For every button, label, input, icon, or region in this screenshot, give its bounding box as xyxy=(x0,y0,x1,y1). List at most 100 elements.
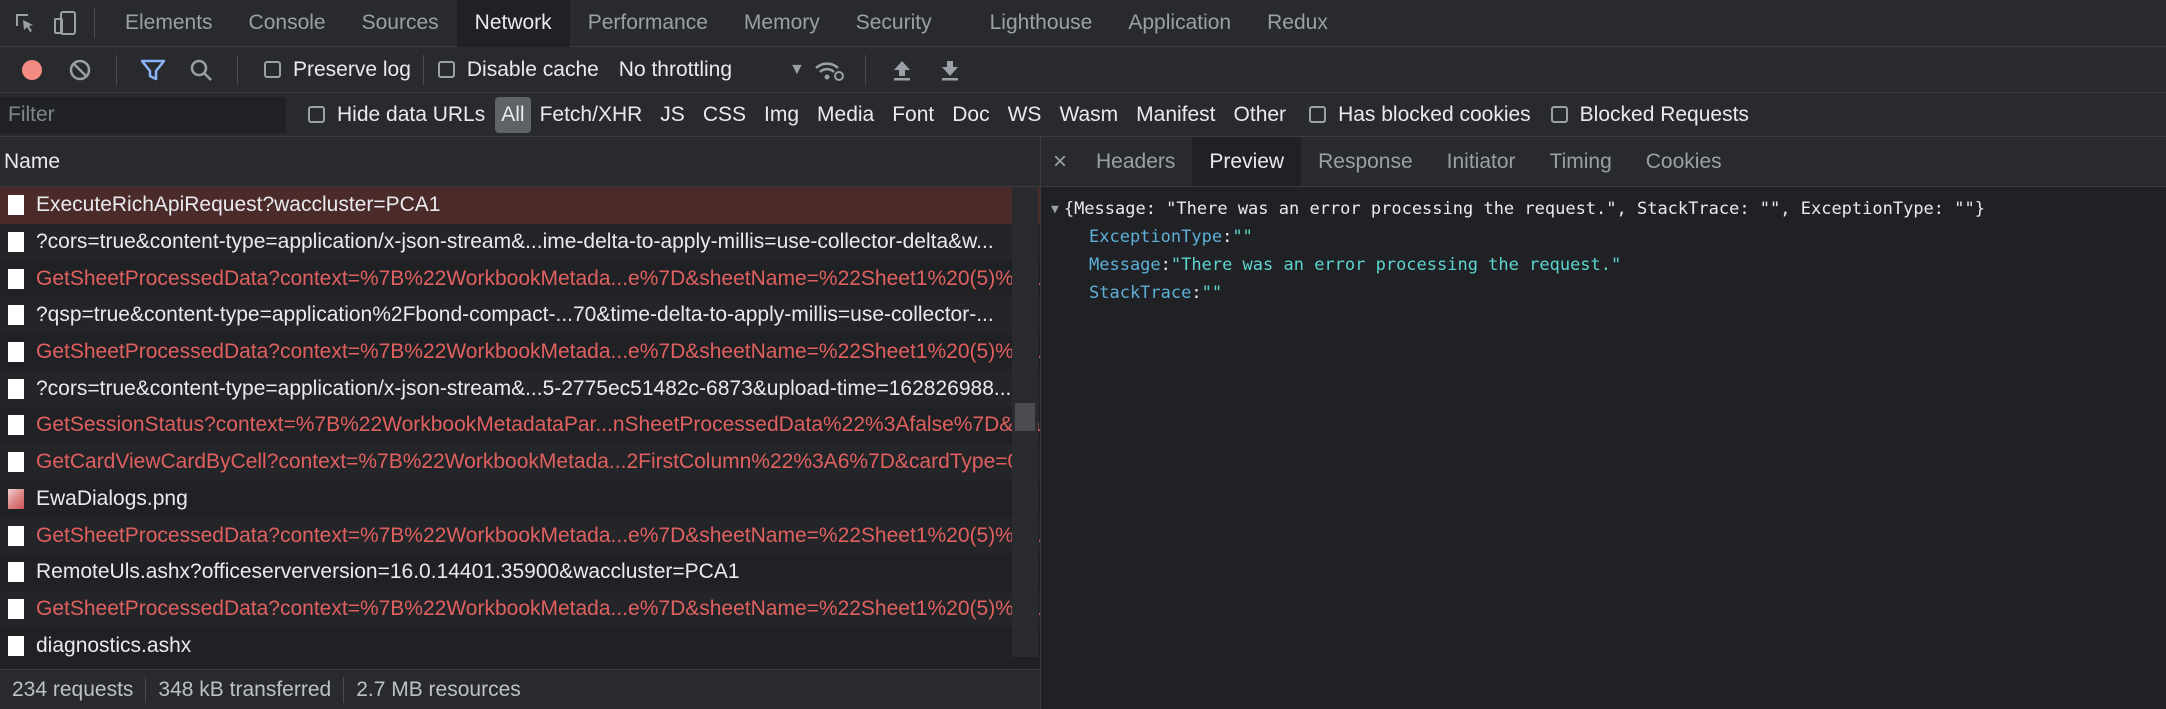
checkbox-box[interactable] xyxy=(437,61,455,78)
table-row[interactable]: ?qsp=true&content-type=application%2Fbon… xyxy=(0,297,1040,334)
field-colon: : xyxy=(1160,255,1171,275)
filter-type-doc[interactable]: Doc xyxy=(943,97,998,133)
filter-type-img[interactable]: Img xyxy=(755,97,808,133)
tab-console[interactable]: Console xyxy=(231,0,344,47)
hide-data-urls-checkbox[interactable]: Hide data URLs xyxy=(308,103,485,127)
tab-preview[interactable]: Preview xyxy=(1192,137,1302,186)
divider xyxy=(94,8,95,38)
record-icon xyxy=(22,59,42,80)
request-name: RemoteUls.ashx?officeserverversion=16.0.… xyxy=(36,560,740,584)
disable-cache-checkbox[interactable]: Disable cache xyxy=(437,58,599,82)
vertical-scrollbar[interactable] xyxy=(1012,187,1038,657)
preserve-log-checkbox[interactable]: Preserve log xyxy=(264,58,411,82)
filter-type-css[interactable]: CSS xyxy=(694,97,755,133)
export-har-button[interactable] xyxy=(926,47,974,93)
field-key: Message xyxy=(1089,255,1161,275)
tab-elements[interactable]: Elements xyxy=(107,0,231,47)
table-row[interactable]: GetSheetProcessedData?context=%7B%22Work… xyxy=(0,590,1040,628)
filter-type-media[interactable]: Media xyxy=(808,97,883,133)
filter-icon xyxy=(140,59,166,80)
has-blocked-cookies-checkbox[interactable]: Has blocked cookies xyxy=(1309,103,1531,127)
preview-summary-line[interactable]: ▼ {Message: "There was an error processi… xyxy=(1041,195,2166,223)
clear-button[interactable] xyxy=(56,47,104,93)
tab-lighthouse[interactable]: Lighthouse xyxy=(972,0,1111,47)
file-icon xyxy=(8,232,24,253)
filter-type-font[interactable]: Font xyxy=(883,97,943,133)
filter-type-wasm[interactable]: Wasm xyxy=(1050,97,1127,133)
name-column-header[interactable]: Name xyxy=(0,137,1040,187)
filter-toggle-button[interactable] xyxy=(129,47,177,93)
close-icon[interactable]: × xyxy=(1041,137,1079,186)
blocked-requests-label: Blocked Requests xyxy=(1579,102,1749,126)
table-row[interactable]: ?cors=true&content-type=application/x-js… xyxy=(0,370,1040,408)
wifi-settings-icon xyxy=(814,61,844,81)
scrollbar-thumb[interactable] xyxy=(1015,403,1035,431)
table-row[interactable]: GetSheetProcessedData?context=%7B%22Work… xyxy=(0,334,1040,371)
filter-type-ws[interactable]: WS xyxy=(999,97,1051,133)
network-conditions-button[interactable] xyxy=(805,47,853,93)
file-icon xyxy=(8,305,24,326)
tab-timing[interactable]: Timing xyxy=(1533,137,1629,186)
checkbox-box[interactable] xyxy=(264,61,281,78)
table-row[interactable]: GetCardViewCardByCell?context=%7B%22Work… xyxy=(0,443,1040,481)
table-row[interactable]: GetSheetProcessedData?context=%7B%22Work… xyxy=(0,260,1040,297)
filter-input[interactable]: Filter xyxy=(0,96,286,133)
divider xyxy=(145,676,147,703)
file-icon xyxy=(8,525,24,546)
table-row[interactable]: ?cors=true&content-type=application/x-js… xyxy=(0,223,1040,261)
has-blocked-cookies-label: Has blocked cookies xyxy=(1338,102,1531,126)
tab-headers[interactable]: Headers xyxy=(1079,137,1192,186)
devtools-tab-bar: Elements Console Sources Network Performance… xyxy=(0,0,2166,47)
blocked-requests-checkbox[interactable]: Blocked Requests xyxy=(1550,102,1749,127)
transferred-size: 348 kB transferred xyxy=(158,677,332,701)
filter-type-manifest[interactable]: Manifest xyxy=(1127,97,1224,133)
request-name: ExecuteRichApiRequest?waccluster=PCA1 xyxy=(36,193,441,217)
expand-triangle-icon[interactable]: ▼ xyxy=(1051,202,1059,217)
checkbox-box[interactable] xyxy=(1550,106,1568,123)
tab-network[interactable]: Network xyxy=(456,0,570,47)
details-tab-bar: × Headers Preview Response Initiator Timing C… xyxy=(1041,137,2166,187)
request-details-panel: × Headers Preview Response Initiator Timing C… xyxy=(1041,137,2166,709)
request-name: GetSheetProcessedData?context=%7B%22Work… xyxy=(36,266,1040,290)
import-har-button[interactable] xyxy=(878,47,926,93)
search-icon xyxy=(190,59,212,81)
tab-initiator[interactable]: Initiator xyxy=(1430,137,1533,186)
filter-type-all[interactable]: All xyxy=(495,96,531,133)
tab-security[interactable]: Security xyxy=(838,0,950,47)
tab-performance[interactable]: Performance xyxy=(570,0,726,47)
field-colon: : xyxy=(1191,283,1202,303)
tab-application[interactable]: Application xyxy=(1110,0,1249,47)
table-row[interactable]: GetSessionStatus?context=%7B%22WorkbookM… xyxy=(0,407,1040,444)
request-name: diagnostics.ashx xyxy=(36,633,192,657)
inspect-element-icon[interactable] xyxy=(8,0,42,47)
checkbox-box[interactable] xyxy=(1309,106,1327,123)
preview-summary: {Message: "There was an error processing… xyxy=(1063,199,1985,219)
field-key: ExceptionType xyxy=(1089,227,1223,247)
table-row[interactable]: ExecuteRichApiRequest?waccluster=PCA1 xyxy=(0,187,1040,224)
record-button[interactable] xyxy=(8,47,56,93)
filter-placeholder: Filter xyxy=(8,102,55,126)
device-toolbar-icon[interactable] xyxy=(48,0,82,47)
tab-memory[interactable]: Memory xyxy=(726,0,838,47)
filter-type-js[interactable]: JS xyxy=(651,97,694,133)
request-list-panel: Name ExecuteRichApiRequest?waccluster=PC… xyxy=(0,137,1041,709)
divider xyxy=(422,54,424,85)
table-row[interactable]: GetSheetProcessedData?context=%7B%22Work… xyxy=(0,517,1040,554)
request-count: 234 requests xyxy=(12,677,134,701)
tab-response[interactable]: Response xyxy=(1301,137,1430,186)
table-row[interactable]: diagnostics.ashx xyxy=(0,627,1040,664)
field-value: "There was an error processing the reque… xyxy=(1170,255,1622,275)
tab-cookies[interactable]: Cookies xyxy=(1629,137,1739,186)
filter-type-fetch-xhr[interactable]: Fetch/XHR xyxy=(531,97,652,133)
checkbox-box[interactable] xyxy=(308,106,325,123)
hide-data-urls-label: Hide data URLs xyxy=(337,102,486,126)
request-list: ExecuteRichApiRequest?waccluster=PCA1 ?co… xyxy=(0,187,1040,664)
throttling-select[interactable]: No throttling ▼ xyxy=(619,58,805,82)
filter-type-other[interactable]: Other xyxy=(1225,97,1296,133)
table-row[interactable]: RemoteUls.ashx?officeserverversion=16.0.… xyxy=(0,554,1040,591)
tab-sources[interactable]: Sources xyxy=(344,0,457,47)
table-row[interactable]: EwaDialogs.png xyxy=(0,481,1040,518)
search-button[interactable] xyxy=(177,47,225,93)
tab-redux[interactable]: Redux xyxy=(1249,0,1346,47)
request-name: GetSheetProcessedData?context=%7B%22Work… xyxy=(36,523,1040,547)
